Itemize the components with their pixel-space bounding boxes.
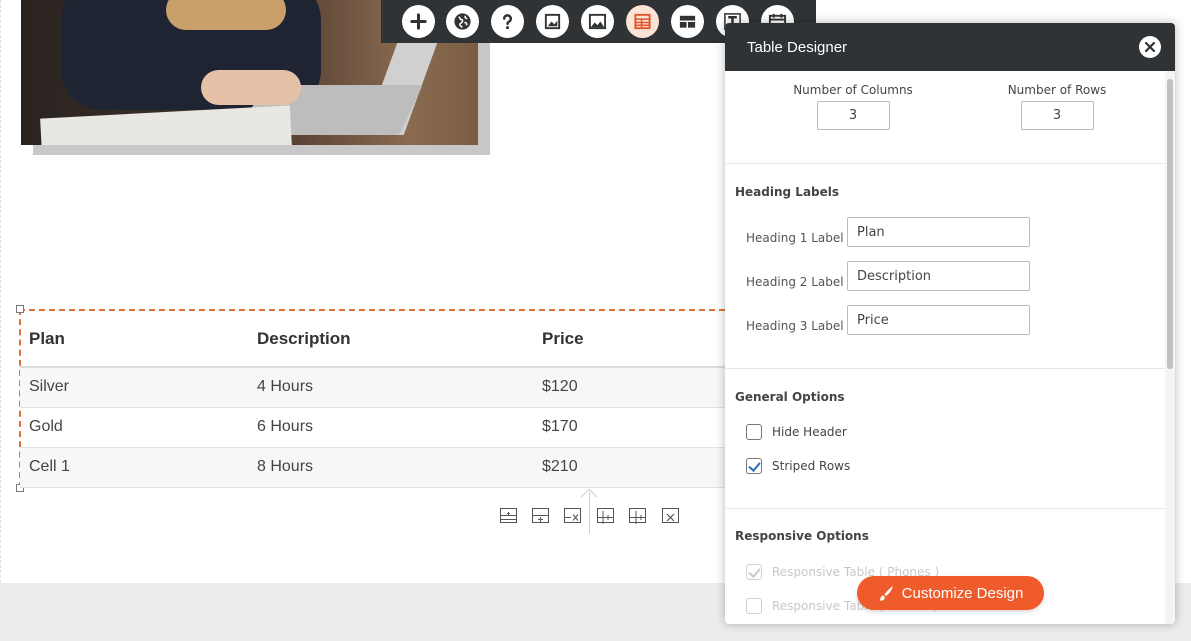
plus-icon bbox=[410, 13, 427, 30]
general-options-section: General Options Hide Header Striped Rows bbox=[725, 369, 1165, 509]
table-header-cell[interactable]: Price bbox=[533, 311, 725, 368]
striped-rows-label: Striped Rows bbox=[772, 459, 851, 473]
table-header-row: Plan Description Price bbox=[20, 311, 725, 368]
heading-row: Heading 3 Label bbox=[725, 305, 1165, 349]
photo-shape bbox=[201, 70, 301, 105]
columns-input[interactable] bbox=[816, 101, 890, 130]
table-header-cell[interactable]: Description bbox=[248, 311, 533, 368]
insert-row-above-icon bbox=[501, 512, 516, 520]
gallery-button[interactable] bbox=[581, 5, 614, 38]
table-row: Gold 6 Hours $170 bbox=[20, 407, 725, 448]
insert-row-below-icon bbox=[533, 515, 548, 522]
paintbrush-icon bbox=[878, 586, 893, 601]
hide-header-checkbox[interactable] bbox=[746, 424, 762, 440]
columns-control: Number of Columns bbox=[783, 83, 923, 130]
customize-design-label: Customize Design bbox=[901, 584, 1024, 602]
insert-row-below-button[interactable] bbox=[532, 508, 549, 523]
hide-header-label: Hide Header bbox=[772, 425, 847, 439]
panel-title: Table Designer bbox=[747, 38, 848, 56]
heading-label: Heading 2 Label bbox=[746, 275, 844, 289]
table-row: Silver 4 Hours $120 bbox=[20, 367, 725, 408]
image-button[interactable] bbox=[536, 5, 569, 38]
panel-body: Number of Columns Number of Rows Heading… bbox=[725, 71, 1165, 624]
heading-3-input[interactable] bbox=[847, 305, 1030, 335]
canvas-guide-line bbox=[0, 0, 1, 583]
responsive-phones-checkbox[interactable] bbox=[746, 564, 762, 580]
striped-rows-option: Striped Rows bbox=[725, 458, 1165, 492]
globe-button[interactable] bbox=[446, 5, 479, 38]
table-cell[interactable]: 4 Hours bbox=[248, 367, 533, 408]
delete-row-button[interactable] bbox=[564, 508, 581, 523]
table-cell[interactable]: Gold bbox=[20, 407, 248, 448]
pricing-table[interactable]: Plan Description Price Silver 4 Hours $1… bbox=[20, 311, 725, 488]
table-icon bbox=[634, 13, 651, 30]
heading-labels-section: Heading Labels Heading 1 Label Heading 2… bbox=[725, 164, 1165, 369]
rows-input[interactable] bbox=[1020, 101, 1094, 130]
table-button[interactable] bbox=[626, 5, 659, 38]
section-title: General Options bbox=[735, 390, 845, 404]
layout-button[interactable] bbox=[671, 5, 704, 38]
delete-column-button[interactable] bbox=[662, 508, 679, 523]
insert-column-right-icon bbox=[630, 511, 645, 524]
help-button[interactable] bbox=[491, 5, 524, 38]
hide-header-option: Hide Header bbox=[725, 424, 1165, 458]
delete-row-icon bbox=[565, 514, 579, 521]
insert-column-left-icon bbox=[598, 511, 613, 524]
striped-rows-checkbox[interactable] bbox=[746, 458, 762, 474]
table-cell[interactable]: $170 bbox=[533, 407, 725, 448]
section-title: Heading Labels bbox=[735, 185, 840, 199]
rows-control: Number of Rows bbox=[987, 83, 1127, 130]
pointer-arrow bbox=[580, 488, 598, 506]
gallery-icon bbox=[588, 13, 607, 30]
rows-label: Number of Rows bbox=[1007, 83, 1107, 97]
table-dimensions-row: Number of Columns Number of Rows bbox=[725, 71, 1165, 164]
question-icon bbox=[502, 14, 513, 30]
responsive-tablets-checkbox[interactable] bbox=[746, 598, 762, 614]
globe-icon bbox=[454, 13, 471, 30]
insert-column-left-button[interactable] bbox=[597, 508, 614, 524]
insert-row-above-button[interactable] bbox=[500, 508, 517, 523]
heading-1-input[interactable] bbox=[847, 217, 1030, 247]
close-icon bbox=[1145, 42, 1155, 52]
table-designer-panel: Table Designer Number of Columns Number … bbox=[725, 23, 1175, 624]
heading-row: Heading 2 Label bbox=[725, 261, 1165, 305]
columns-label: Number of Columns bbox=[793, 83, 913, 97]
heading-row: Heading 1 Label bbox=[725, 217, 1165, 261]
add-element-button[interactable] bbox=[402, 5, 435, 38]
panel-scrollbar[interactable] bbox=[1167, 79, 1173, 369]
heading-label: Heading 3 Label bbox=[746, 319, 844, 333]
layout-icon bbox=[679, 15, 696, 28]
insert-column-right-button[interactable] bbox=[629, 508, 646, 524]
image-icon bbox=[544, 13, 561, 30]
table-cell[interactable]: Cell 1 bbox=[20, 447, 248, 488]
close-panel-button[interactable] bbox=[1139, 36, 1161, 58]
customize-design-button[interactable]: Customize Design bbox=[857, 576, 1044, 610]
table-cell[interactable]: Silver bbox=[20, 367, 248, 408]
photo-shape bbox=[40, 105, 292, 145]
heading-2-input[interactable] bbox=[847, 261, 1030, 291]
photo-shape bbox=[166, 0, 286, 30]
table-row: Cell 1 8 Hours $210 bbox=[20, 447, 725, 488]
heading-label: Heading 1 Label bbox=[746, 231, 844, 245]
table-cell[interactable]: $120 bbox=[533, 367, 725, 408]
table-cell[interactable]: 6 Hours bbox=[248, 407, 533, 448]
table-header-cell[interactable]: Plan bbox=[20, 311, 248, 368]
table-cell[interactable]: $210 bbox=[533, 447, 725, 488]
table-cell[interactable]: 8 Hours bbox=[248, 447, 533, 488]
section-title: Responsive Options bbox=[735, 529, 869, 543]
panel-header: Table Designer bbox=[725, 23, 1175, 71]
delete-column-icon bbox=[666, 513, 675, 522]
